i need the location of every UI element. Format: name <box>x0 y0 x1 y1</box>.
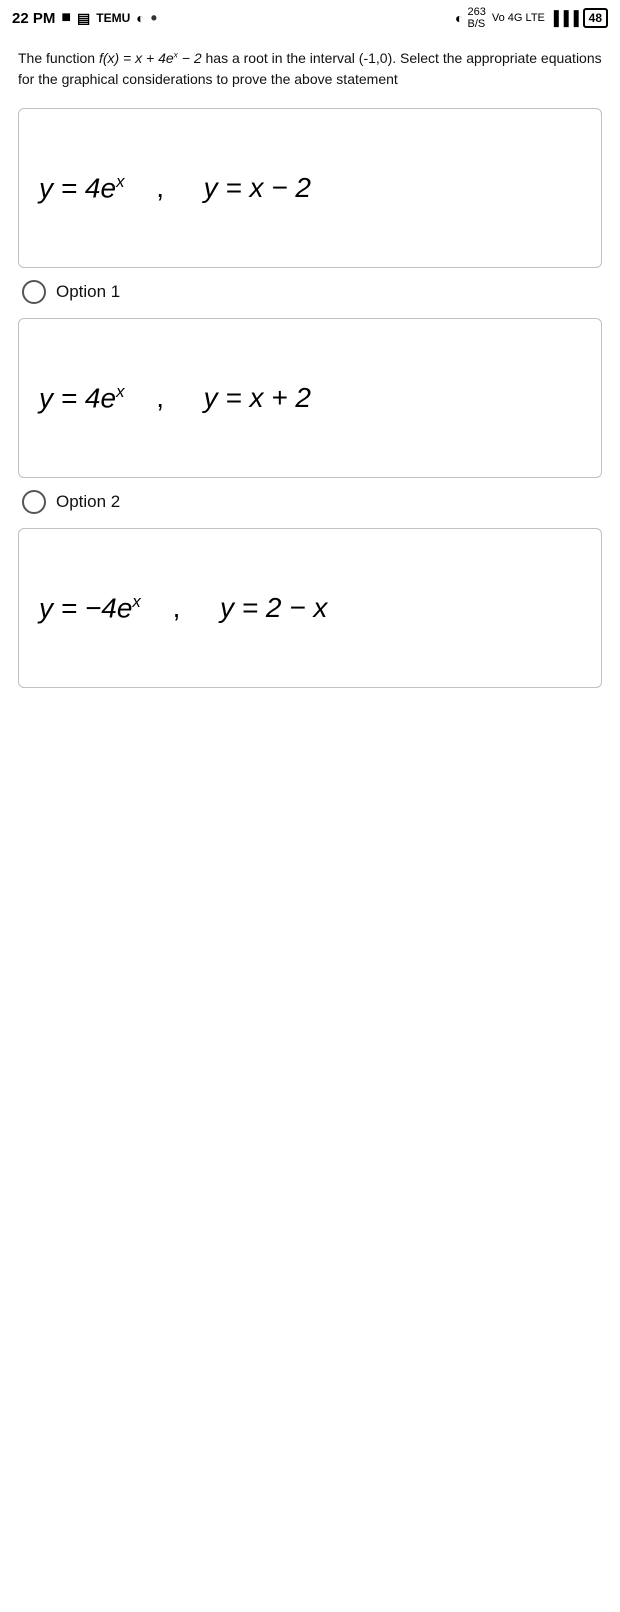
signal-bars-icon: ▐▐▐ <box>549 10 579 26</box>
option-1-card: y = 4ex , y = x − 2 <box>18 108 602 268</box>
option-2-comma: , <box>148 382 179 414</box>
option-2-radio[interactable] <box>22 490 46 514</box>
temu-icon: TEMU <box>96 11 130 25</box>
option-3-eq2: y = 2 − x <box>220 592 327 624</box>
alarm-icon: ◐ <box>136 10 144 26</box>
dot-icon: • <box>151 8 157 29</box>
option-1-radio[interactable] <box>22 280 46 304</box>
status-bar: 22 PM ■ ▤ TEMU ◐ • ◐ 263 B/S Vo 4G LTE ▐… <box>0 0 620 36</box>
option-2-row[interactable]: Option 2 <box>18 490 602 514</box>
option-2-eq2: y = x + 2 <box>204 382 311 414</box>
time: 22 PM <box>12 10 55 27</box>
status-right: ◐ 263 B/S Vo 4G LTE ▐▐▐ 48 <box>455 6 608 30</box>
alarm-icon2: ◐ <box>455 10 463 26</box>
option-3-math: y = −4ex , y = 2 − x <box>39 592 327 624</box>
option-2-label: Option 2 <box>56 492 120 512</box>
problem-function: f(x) = x + 4ex − 2 <box>99 50 202 66</box>
option-1-row[interactable]: Option 1 <box>18 280 602 304</box>
status-left: 22 PM ■ ▤ TEMU ◐ • <box>12 8 157 29</box>
main-content: The function f(x) = x + 4ex − 2 has a ro… <box>0 36 620 720</box>
problem-statement: The function f(x) = x + 4ex − 2 has a ro… <box>18 48 602 90</box>
option-3-eq1: y = −4ex <box>39 592 141 624</box>
facebook-icon: ■ <box>61 9 71 27</box>
option-3-card: y = −4ex , y = 2 − x <box>18 528 602 688</box>
signal-labels: Vo 4G LTE <box>492 12 545 24</box>
problem-text-part1: The function <box>18 50 99 66</box>
network-info: 263 B/S <box>468 6 486 30</box>
battery-percent: 48 <box>583 8 608 28</box>
option-1-comma: , <box>148 172 179 204</box>
option-1-math: y = 4ex , y = x − 2 <box>39 172 311 204</box>
option-2-math: y = 4ex , y = x + 2 <box>39 382 311 414</box>
app-icon: ▤ <box>77 10 90 27</box>
option-3-comma: , <box>165 592 196 624</box>
option-1-eq2: y = x − 2 <box>204 172 311 204</box>
option-2-card: y = 4ex , y = x + 2 <box>18 318 602 478</box>
option-1-label: Option 1 <box>56 282 120 302</box>
option-2-eq1: y = 4ex <box>39 382 124 414</box>
option-1-eq1: y = 4ex <box>39 172 124 204</box>
